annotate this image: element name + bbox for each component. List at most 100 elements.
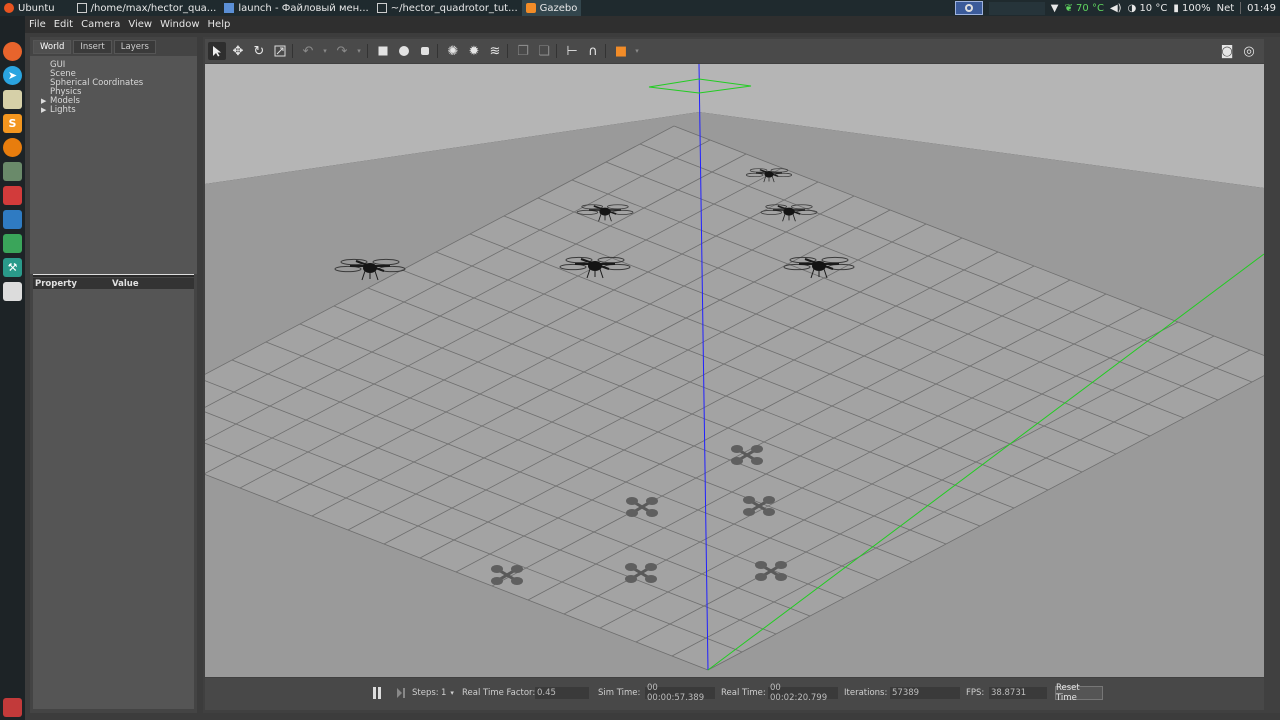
snap-button[interactable]: ∩ — [584, 42, 602, 60]
status-bar: Steps: 1 ▾ Real Time Factor: 0.45 Sim Tim… — [205, 678, 1264, 710]
sublime-icon[interactable]: S — [3, 114, 22, 133]
redo-history-dropdown[interactable]: ▾ — [354, 42, 364, 60]
rotate-icon: ↻ — [253, 43, 265, 59]
shadow-rotor — [645, 563, 657, 571]
folder-icon — [224, 3, 235, 13]
menu-window[interactable]: Window — [160, 19, 199, 30]
leaf-icon: ❦ — [1064, 2, 1077, 14]
battery[interactable]: ▮ 100% — [1173, 3, 1210, 14]
volume-icon[interactable]: ◀) — [1110, 3, 1122, 14]
toolbar-separator — [556, 44, 557, 58]
weather[interactable]: ◑ 10 °C — [1128, 3, 1168, 14]
cube-view-icon: ■ — [614, 43, 628, 59]
scale-mode-button[interactable] — [271, 42, 289, 60]
monitor-icon[interactable] — [3, 234, 22, 253]
document-icon[interactable] — [3, 282, 22, 301]
shadow-rotor — [755, 561, 767, 569]
magnet-icon: ∩ — [588, 43, 598, 59]
point-light-button[interactable]: ✺ — [444, 42, 462, 60]
toolbar-separator — [367, 44, 368, 58]
menu-view[interactable]: View — [128, 19, 152, 30]
shadow-rotor — [751, 445, 763, 453]
property-table-header: Property Value — [33, 278, 194, 289]
step-button[interactable] — [395, 686, 407, 700]
taskbar-item-terminal-2[interactable]: ~/hector_quadrotor_tut... — [373, 0, 522, 16]
taskbar-item-ubuntu[interactable]: Ubuntu — [0, 0, 59, 16]
gazebo-icon — [525, 3, 536, 13]
taskbar-item-gazebo[interactable]: Gazebo — [521, 0, 582, 16]
calculator-icon[interactable] — [3, 162, 22, 181]
shadow-rotor — [511, 565, 523, 573]
tool-icon[interactable]: ⚒ — [3, 258, 22, 277]
tab-layers[interactable]: Layers — [113, 40, 156, 54]
copy-button[interactable]: ❐ — [514, 42, 532, 60]
cylinder-shape-button[interactable] — [416, 42, 434, 60]
expand-arrow-icon[interactable]: ▶ — [41, 97, 46, 105]
menu-camera[interactable]: Camera — [81, 19, 120, 30]
record-icon: ◎ — [1243, 43, 1255, 59]
undo-button[interactable]: ↶ — [299, 42, 317, 60]
archive-icon[interactable] — [3, 90, 22, 109]
recorder-icon[interactable] — [3, 186, 22, 205]
net-indicator[interactable]: Net — [1217, 3, 1235, 14]
toolbar-separator — [292, 44, 293, 58]
reset-time-button[interactable]: Reset Time — [1055, 683, 1103, 703]
shadow-rotor — [751, 457, 763, 465]
camera-icon: ◙ — [1220, 43, 1234, 59]
screenshot-button[interactable]: ◙ — [1218, 42, 1236, 60]
system-top-panel: Ubuntu /home/max/hector_qua... launch - … — [0, 0, 1280, 16]
shadow-rotor — [511, 577, 523, 585]
rotate-mode-button[interactable]: ↻ — [250, 42, 268, 60]
paste-icon: ❏ — [538, 43, 550, 59]
value-column-header[interactable]: Value — [112, 279, 139, 289]
menu-file[interactable]: File — [29, 19, 46, 30]
spot-light-icon: ✹ — [468, 43, 480, 59]
blender-icon[interactable] — [3, 138, 22, 157]
taskbar-item-file-manager[interactable]: launch - Файловый мен... — [220, 0, 372, 16]
shadow-rotor — [775, 561, 787, 569]
screenshot-icon[interactable] — [3, 210, 22, 229]
copy-icon: ❐ — [517, 43, 529, 59]
spot-light-button[interactable]: ✹ — [465, 42, 483, 60]
tree-item-lights[interactable]: ▶ Lights — [41, 105, 76, 115]
tab-world[interactable]: World — [33, 40, 72, 54]
cpu-temp[interactable]: ❦ 70 °C — [1064, 3, 1103, 14]
view-angle-dropdown[interactable]: ▾ — [633, 42, 641, 60]
pause-button[interactable] — [371, 686, 383, 700]
paste-button[interactable]: ❏ — [535, 42, 553, 60]
indicator-applet[interactable] — [954, 1, 983, 15]
redo-button[interactable]: ↷ — [333, 42, 351, 60]
view-angle-button[interactable]: ■ — [612, 42, 630, 60]
panel-splitter[interactable] — [33, 274, 194, 277]
menu-bar: File Edit Camera View Window Help — [25, 16, 1280, 33]
box-shape-button[interactable] — [374, 42, 392, 60]
steps-label: Steps: — [412, 688, 439, 698]
expand-arrow-icon[interactable]: ▶ — [41, 106, 46, 114]
align-button[interactable]: ⊢ — [563, 42, 581, 60]
3d-viewport[interactable] — [205, 64, 1264, 677]
trash-icon[interactable] — [3, 698, 22, 717]
menu-edit[interactable]: Edit — [54, 19, 73, 30]
clock[interactable]: 01:49 — [1247, 3, 1276, 14]
menu-help[interactable]: Help — [208, 19, 231, 30]
tab-insert[interactable]: Insert — [73, 40, 112, 54]
shadow-rotor — [646, 497, 658, 505]
undo-history-dropdown[interactable]: ▾ — [320, 42, 330, 60]
translate-mode-button[interactable]: ✥ — [229, 42, 247, 60]
shadow-rotor — [731, 445, 743, 453]
firefox-icon[interactable] — [3, 42, 22, 61]
directional-light-button[interactable]: ≋ — [486, 42, 504, 60]
steps-spinbox[interactable]: 1 ▾ — [441, 688, 454, 698]
world-panel: World Insert Layers GUI Scene Spherical … — [30, 37, 197, 713]
select-mode-button[interactable] — [208, 42, 226, 60]
chevron-down-icon: ▾ — [635, 47, 639, 55]
sphere-shape-button[interactable] — [395, 42, 413, 60]
wifi-icon[interactable]: ▼ — [1051, 3, 1059, 14]
telegram-icon[interactable]: ➤ — [3, 66, 22, 85]
property-column-header[interactable]: Property — [33, 279, 112, 289]
record-video-button[interactable]: ◎ — [1240, 42, 1258, 60]
sim-time-field: 00 00:00:57.389 — [645, 683, 715, 703]
arrow-cursor-icon — [213, 46, 221, 57]
taskbar-item-terminal-1[interactable]: /home/max/hector_qua... — [73, 0, 221, 16]
pause-icon — [373, 687, 381, 699]
